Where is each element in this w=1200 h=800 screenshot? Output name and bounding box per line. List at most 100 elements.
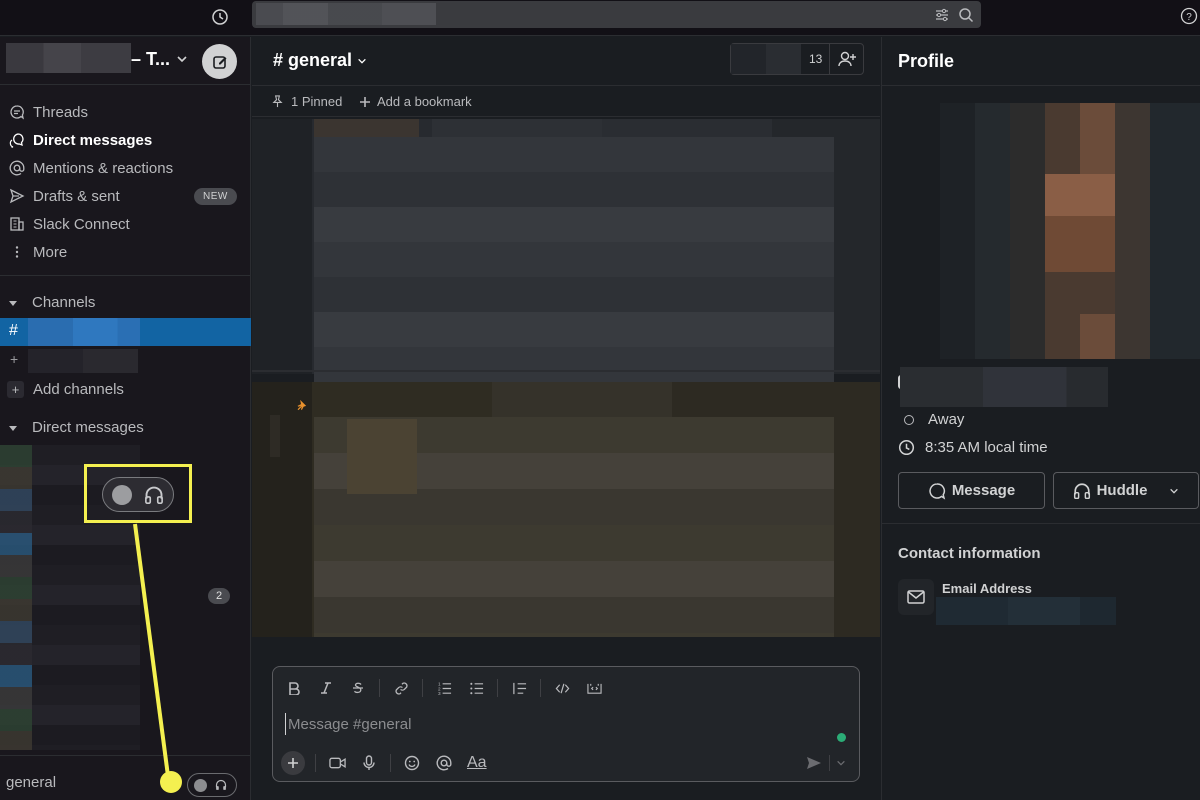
chevron-down-icon[interactable] [833, 755, 849, 771]
nav-threads[interactable]: Threads [0, 99, 251, 125]
threads-icon [8, 103, 26, 121]
away-status-icon [904, 414, 914, 425]
huddle-toggle-zoomed[interactable] [102, 477, 174, 512]
huddle-button[interactable]: Huddle [1053, 472, 1199, 509]
building-icon [8, 215, 26, 233]
strikethrough-icon[interactable] [345, 676, 371, 700]
ordered-list-icon[interactable]: 123 [431, 676, 457, 700]
headphones-icon [1073, 482, 1091, 500]
dm-heading: Direct messages [32, 419, 144, 436]
link-icon[interactable] [388, 676, 414, 700]
nav-label: Drafts & sent [33, 187, 120, 205]
help-icon[interactable]: ? [1178, 5, 1200, 27]
microphone-icon[interactable] [356, 751, 382, 775]
nav-label: Slack Connect [33, 215, 130, 233]
huddle-button-label: Huddle [1096, 482, 1148, 499]
toolbar-separator [422, 679, 423, 697]
status-text: Away [928, 411, 965, 428]
search-icon[interactable] [956, 5, 976, 25]
message-button[interactable]: Message [898, 472, 1045, 509]
message-button-label: Message [951, 482, 1016, 499]
profile-header: Profile [882, 37, 1200, 86]
message-list [252, 37, 880, 637]
italic-icon[interactable] [313, 676, 339, 700]
unread-badge: 2 [208, 588, 231, 604]
add-channels-label: Add channels [33, 380, 124, 398]
nav-label: Mentions & reactions [33, 159, 174, 177]
email-value-redacted[interactable] [936, 597, 1116, 625]
chevron-down-icon[interactable] [176, 53, 188, 65]
code-block-icon[interactable] [581, 676, 607, 700]
nav-drafts[interactable]: Drafts & sent NEW [0, 183, 251, 209]
toolbar-separator [540, 679, 541, 697]
plus-icon: + [7, 380, 24, 398]
profile-name-redacted [900, 367, 1108, 407]
message-icon [928, 482, 946, 500]
sidebar-footer: general [0, 755, 251, 800]
nav-mentions[interactable]: Mentions & reactions [0, 155, 251, 181]
send-icon[interactable] [803, 753, 825, 773]
send-separator [829, 755, 830, 771]
video-icon[interactable] [324, 751, 350, 775]
message-redacted [314, 119, 419, 139]
nav-label: Direct messages [33, 131, 153, 149]
local-time-text: 8:35 AM local time [925, 439, 1048, 456]
channel-item[interactable]: + [0, 347, 251, 373]
message-input[interactable] [285, 713, 805, 735]
status-dot [837, 733, 846, 742]
search-bar[interactable] [252, 1, 981, 28]
workspace-header: – T... [0, 37, 251, 85]
nav-more[interactable]: More [0, 239, 251, 265]
nav-slack-connect[interactable]: Slack Connect [0, 211, 251, 237]
clock-icon [898, 439, 915, 456]
channels-heading: Channels [32, 294, 96, 311]
top-bar: ? [0, 0, 1200, 36]
toggle-knob [194, 778, 207, 792]
sidebar: – T... Threads Direct messages Mentions … [0, 37, 251, 800]
emoji-icon[interactable] [399, 751, 425, 775]
add-channels-button[interactable]: + Add channels [0, 376, 251, 402]
pin-icon [295, 399, 307, 411]
divider [882, 523, 1200, 524]
toolbar-separator [379, 679, 380, 697]
channel-item-active[interactable]: # [0, 318, 251, 346]
nav-label: More [33, 243, 68, 261]
message-divider [252, 370, 880, 372]
filter-icon[interactable] [932, 5, 952, 25]
current-channel-label: general [6, 774, 57, 791]
blockquote-icon[interactable] [506, 676, 532, 700]
attach-plus-icon[interactable] [281, 751, 305, 775]
more-icon [8, 243, 26, 261]
huddle-toggle[interactable] [187, 773, 237, 797]
nav-direct-messages[interactable]: Direct messages [0, 127, 251, 153]
formatting-toggle[interactable]: Aa [467, 754, 487, 772]
hash-icon: # [9, 322, 18, 339]
bold-icon[interactable] [281, 676, 307, 700]
at-icon [8, 159, 26, 177]
channels-section-toggle[interactable]: Channels [8, 294, 95, 311]
profile-status: Away [902, 411, 964, 428]
caret-down-icon [8, 423, 18, 433]
chevron-down-icon[interactable] [1169, 486, 1179, 496]
headphones-icon [215, 779, 227, 791]
channel-name-redacted [28, 349, 138, 373]
dm-section-toggle[interactable]: Direct messages [8, 419, 144, 436]
bullet-list-icon[interactable] [463, 676, 489, 700]
history-icon[interactable] [208, 5, 232, 29]
workspace-name[interactable]: – T... [131, 49, 170, 70]
profile-panel: Profile Away 8:35 AM local time Message … [881, 37, 1200, 800]
email-label: Email Address [942, 581, 1032, 596]
message-redacted [314, 137, 834, 387]
profile-local-time: 8:35 AM local time [898, 439, 1048, 456]
code-icon[interactable] [549, 676, 575, 700]
compose-button[interactable] [202, 44, 237, 79]
compose-icon [212, 55, 226, 69]
caret-down-icon [8, 298, 18, 308]
toolbar-separator [315, 754, 316, 772]
mention-icon[interactable] [431, 751, 457, 775]
nav-label: Threads [33, 103, 89, 121]
new-badge: NEW [194, 188, 237, 205]
dm-avatars-redacted [0, 445, 32, 750]
pinned-message-redacted [347, 419, 417, 494]
toolbar-separator [497, 679, 498, 697]
